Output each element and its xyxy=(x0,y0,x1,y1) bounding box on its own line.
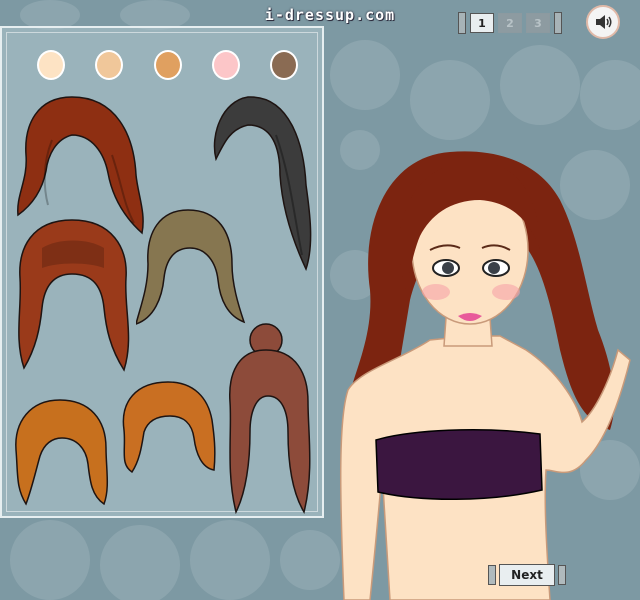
model-bandeau-top xyxy=(375,429,543,501)
site-logo: i-dressup.com xyxy=(264,6,396,24)
model-right-pupil xyxy=(488,262,500,274)
sound-toggle-button[interactable] xyxy=(586,5,620,39)
step-3-button[interactable]: 3 xyxy=(526,13,550,33)
skin-tone-pink-swatch[interactable] xyxy=(212,50,240,80)
hair-wavy-auburn-option[interactable] xyxy=(12,95,148,237)
step-nav-cap-right xyxy=(554,12,562,34)
hair-curly-bangs-auburn-option[interactable] xyxy=(12,218,134,388)
step-1-button[interactable]: 1 xyxy=(470,13,494,33)
hair-short-curly-ginger-option[interactable] xyxy=(118,380,218,476)
skin-tone-dark-swatch[interactable] xyxy=(270,50,298,80)
hair-straight-ash-brown-option[interactable] xyxy=(136,208,246,328)
model-left-pupil xyxy=(442,262,454,274)
next-button-cap-right xyxy=(558,565,566,585)
step-nav-cap-left xyxy=(458,12,466,34)
step-2-button[interactable]: 2 xyxy=(498,13,522,33)
skin-tone-light-swatch[interactable] xyxy=(95,50,123,80)
next-button-cap-left xyxy=(488,565,496,585)
model-blush-left xyxy=(422,284,450,300)
model-figure xyxy=(339,151,631,600)
hair-bun-brown-option[interactable] xyxy=(224,322,314,518)
speaker-icon xyxy=(596,15,612,29)
model-blush-right xyxy=(492,284,520,300)
step-navigation: 1 2 3 xyxy=(458,12,562,34)
skin-tone-tan-swatch[interactable] xyxy=(154,50,182,80)
next-button-label: Next xyxy=(499,564,555,586)
next-button[interactable]: Next xyxy=(488,564,566,586)
skin-tone-fair-swatch[interactable] xyxy=(37,50,65,80)
hair-bob-ginger-option[interactable] xyxy=(12,398,110,508)
